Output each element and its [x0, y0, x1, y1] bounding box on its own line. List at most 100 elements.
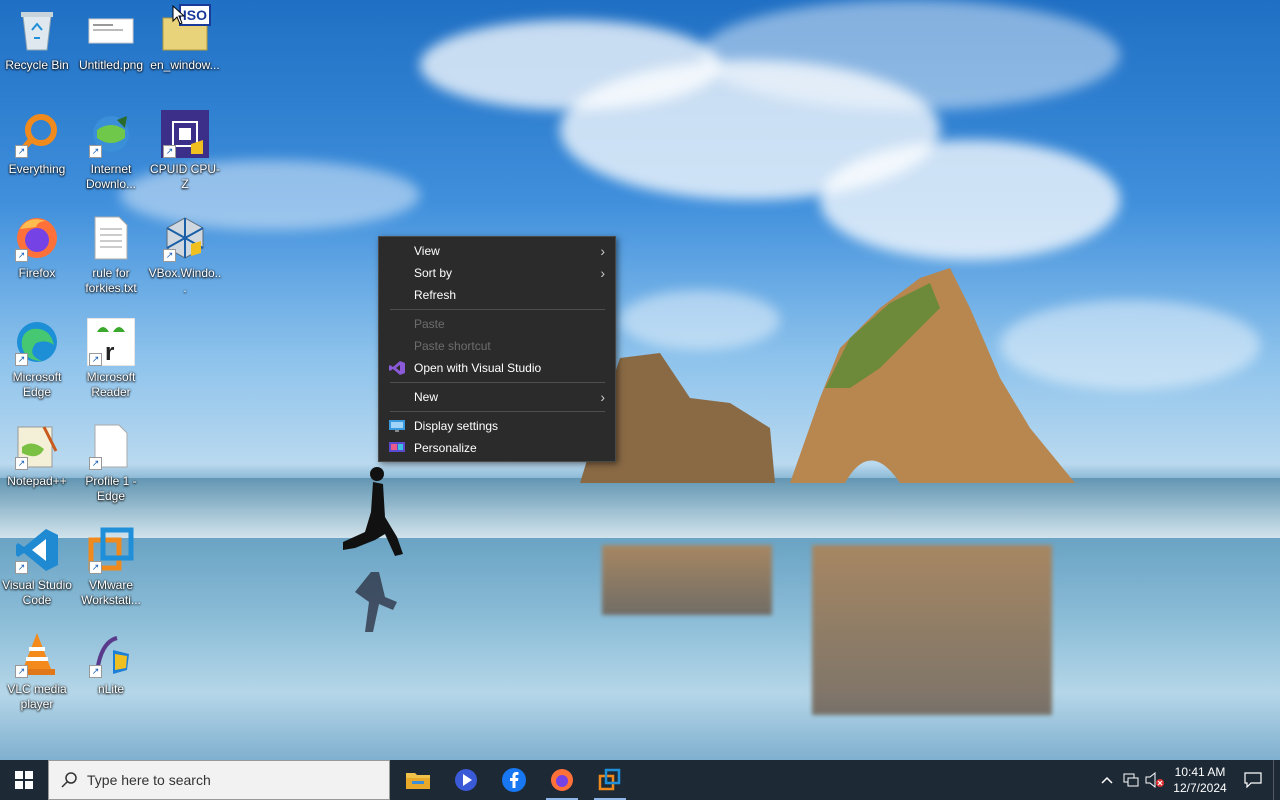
runner-silhouette: [343, 467, 403, 632]
desktop-icon-rule-for-forkies[interactable]: rule for forkies.txt: [74, 214, 148, 296]
menu-item-paste-shortcut-label: Paste shortcut: [414, 339, 491, 353]
search-placeholder: Type here to search: [87, 772, 211, 788]
taskbar-firefox[interactable]: [538, 760, 586, 800]
menu-separator: [390, 309, 605, 310]
taskbar-clock[interactable]: 10:41 AM 12/7/2024: [1167, 764, 1233, 796]
virtualbox-icon: ↗: [161, 214, 209, 262]
shortcut-arrow-icon: ↗: [89, 665, 102, 678]
firefox-icon: [551, 769, 573, 791]
edge-icon: ↗: [13, 318, 61, 366]
firefox-icon: ↗: [13, 214, 61, 262]
desktop-icon-microsoft-reader[interactable]: r ↗ Microsoft Reader: [74, 318, 148, 400]
menu-item-refresh-label: Refresh: [414, 288, 457, 302]
menu-separator: [390, 411, 605, 412]
monitor-icon: [389, 420, 405, 432]
shortcut-arrow-icon: ↗: [89, 561, 102, 574]
shortcut-arrow-icon: ↗: [15, 561, 28, 574]
tray-chevron-up-icon[interactable]: [1095, 760, 1119, 800]
desktop-icon-internet-download-manager[interactable]: ↗ Internet Downlo...: [74, 110, 148, 192]
menu-item-personalize[interactable]: Personalize: [379, 437, 615, 459]
taskbar: Type here to search 10:41 AM 12/7/2024: [0, 760, 1280, 800]
desktop-icon-recycle-bin[interactable]: Recycle Bin: [0, 6, 74, 73]
blank-file-icon: ↗: [87, 422, 135, 470]
reader-icon: r ↗: [87, 318, 135, 366]
menu-separator: [390, 382, 605, 383]
mouse-cursor-icon: [172, 5, 186, 25]
globe-download-icon: ↗: [87, 110, 135, 158]
taskbar-facebook[interactable]: [490, 760, 538, 800]
desktop-icon-notepad-plus-plus[interactable]: ↗ Notepad++: [0, 422, 74, 489]
taskbar-search-box[interactable]: Type here to search: [48, 760, 390, 800]
magnifier-icon: ↗: [13, 110, 61, 158]
desktop-icon-vmware-workstation[interactable]: ↗ VMware Workstati...: [74, 526, 148, 608]
shortcut-arrow-icon: ↗: [89, 457, 102, 470]
media-player-icon: [455, 769, 477, 791]
menu-item-display-settings-label: Display settings: [414, 419, 499, 433]
menu-item-open-with-visual-studio[interactable]: Open with Visual Studio: [379, 357, 615, 379]
menu-item-personalize-label: Personalize: [414, 441, 477, 455]
menu-item-paste: Paste: [379, 313, 615, 335]
desktop-context-menu: View › Sort by › Refresh Paste Paste sho…: [378, 236, 616, 462]
menu-item-view[interactable]: View ›: [379, 240, 615, 262]
network-icon[interactable]: [1119, 760, 1143, 800]
nlite-icon: ↗: [87, 630, 135, 678]
taskbar-vmware[interactable]: [586, 760, 634, 800]
svg-text:r: r: [105, 339, 114, 366]
shortcut-arrow-icon: ↗: [15, 353, 28, 366]
menu-item-view-label: View: [414, 244, 440, 258]
clock-time: 10:41 AM: [1174, 765, 1226, 779]
chevron-right-icon: ›: [600, 265, 605, 281]
shortcut-arrow-icon: ↗: [163, 145, 176, 158]
shortcut-arrow-icon: ↗: [89, 353, 102, 366]
menu-item-new[interactable]: New ›: [379, 386, 615, 408]
search-icon: [61, 772, 77, 788]
image-file-icon: [87, 6, 135, 54]
shortcut-arrow-icon: ↗: [15, 665, 28, 678]
taskbar-file-explorer[interactable]: [394, 760, 442, 800]
visual-studio-icon: [389, 361, 405, 375]
folder-icon: [406, 773, 430, 789]
menu-item-sort-by[interactable]: Sort by ›: [379, 262, 615, 284]
desktop-icon-visual-studio-code[interactable]: ↗ Visual Studio Code: [0, 526, 74, 608]
text-file-icon: [87, 214, 135, 262]
notification-center-icon[interactable]: [1233, 760, 1273, 800]
shortcut-arrow-icon: ↗: [163, 249, 176, 262]
vlc-cone-icon: ↗: [13, 630, 61, 678]
desktop-icon-everything[interactable]: ↗ Everything: [0, 110, 74, 177]
notepad-plus-plus-icon: ↗: [13, 422, 61, 470]
desktop-icon-profile-1-edge[interactable]: ↗ Profile 1 - Edge: [74, 422, 148, 504]
menu-item-paste-label: Paste: [414, 317, 445, 331]
shortcut-arrow-icon: ↗: [15, 249, 28, 262]
desktop-icon-firefox[interactable]: ↗ Firefox: [0, 214, 74, 281]
chevron-right-icon: ›: [600, 389, 605, 405]
show-desktop-button[interactable]: [1273, 760, 1280, 800]
desktop-icon-vlc[interactable]: ↗ VLC media player: [0, 630, 74, 712]
volume-muted-icon[interactable]: [1143, 760, 1167, 800]
menu-item-new-label: New: [414, 390, 439, 404]
chevron-right-icon: ›: [600, 243, 605, 259]
vmware-icon: [598, 768, 621, 791]
cpu-chip-icon: ↗: [161, 110, 209, 158]
desktop-icon-untitled-png[interactable]: Untitled.png: [74, 6, 148, 73]
system-tray: 10:41 AM 12/7/2024: [1095, 760, 1280, 800]
vmware-icon: ↗: [87, 526, 135, 574]
personalize-icon: [389, 442, 405, 452]
menu-item-display-settings[interactable]: Display settings: [379, 415, 615, 437]
desktop-icon-vbox-windows[interactable]: ↗ VBox.Windo...: [148, 214, 222, 296]
taskbar-media-app[interactable]: [442, 760, 490, 800]
desktop-icon-nlite[interactable]: ↗ nLite: [74, 630, 148, 697]
menu-item-paste-shortcut: Paste shortcut: [379, 335, 615, 357]
windows-logo-icon: [15, 771, 33, 789]
clock-date: 12/7/2024: [1173, 781, 1227, 795]
shortcut-arrow-icon: ↗: [89, 145, 102, 158]
menu-item-refresh[interactable]: Refresh: [379, 284, 615, 306]
shortcut-arrow-icon: ↗: [15, 145, 28, 158]
desktop-icon-microsoft-edge[interactable]: ↗ Microsoft Edge: [0, 318, 74, 400]
vscode-icon: ↗: [13, 526, 61, 574]
menu-item-sort-by-label: Sort by: [414, 266, 453, 280]
shortcut-arrow-icon: ↗: [15, 457, 28, 470]
start-button[interactable]: [0, 760, 48, 800]
desktop-icon-cpu-z[interactable]: ↗ CPUID CPU-Z: [148, 110, 222, 192]
facebook-icon: [502, 768, 526, 792]
rock-formation: [580, 268, 1075, 483]
